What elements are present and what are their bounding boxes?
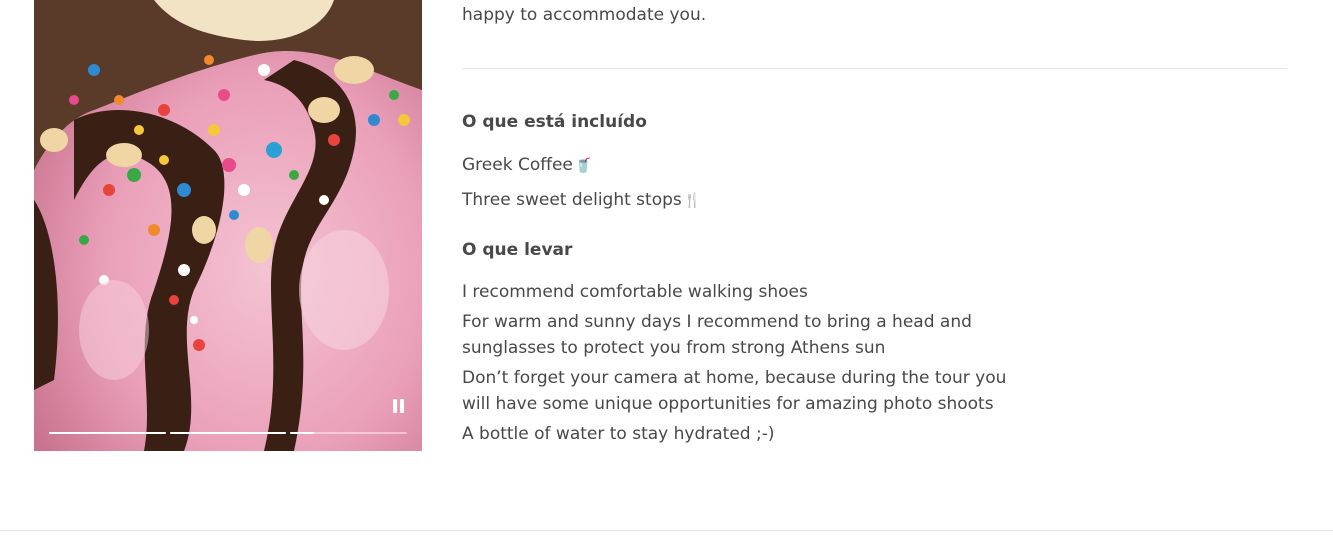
bring-item: Don’t forget your camera at home, becaus…	[462, 368, 1007, 414]
bring-item: I recommend comfortable walking shoes	[462, 282, 808, 302]
pause-icon	[392, 399, 397, 413]
whats-included-heading: O que está incluído	[462, 112, 647, 132]
bring-item: For warm and sunny days I recommend to b…	[462, 312, 972, 358]
drink-icon: 🥤	[574, 158, 593, 174]
progress-segment	[290, 432, 408, 434]
experience-details-page: happy to accommodate you. O que está inc…	[0, 0, 1333, 537]
what-to-bring-heading: O que levar	[462, 240, 573, 260]
included-item-text: Three sweet delight stops	[462, 190, 682, 210]
progress-segment	[49, 432, 166, 434]
included-item-text: Greek Coffee	[462, 155, 573, 175]
story-media-viewer[interactable]	[34, 0, 422, 451]
progress-segment-fill	[49, 432, 166, 434]
pause-button[interactable]	[386, 394, 410, 418]
included-item: Three sweet delight stops 🍴	[462, 187, 1062, 214]
included-item: Greek Coffee 🥤	[462, 152, 1062, 179]
story-progress	[49, 432, 408, 435]
host-description-tail: happy to accommodate you.	[462, 5, 707, 25]
fork-knife-icon: 🍴	[683, 193, 702, 209]
progress-segment-fill	[290, 432, 314, 434]
ice-cream-photo	[34, 0, 422, 451]
footer-divider	[0, 530, 1333, 531]
progress-segment-fill	[169, 432, 287, 434]
bring-item: A bottle of water to stay hydrated ;-)	[462, 424, 775, 444]
section-divider	[462, 68, 1287, 69]
pause-icon-bar	[399, 399, 404, 413]
progress-segment	[169, 432, 287, 434]
